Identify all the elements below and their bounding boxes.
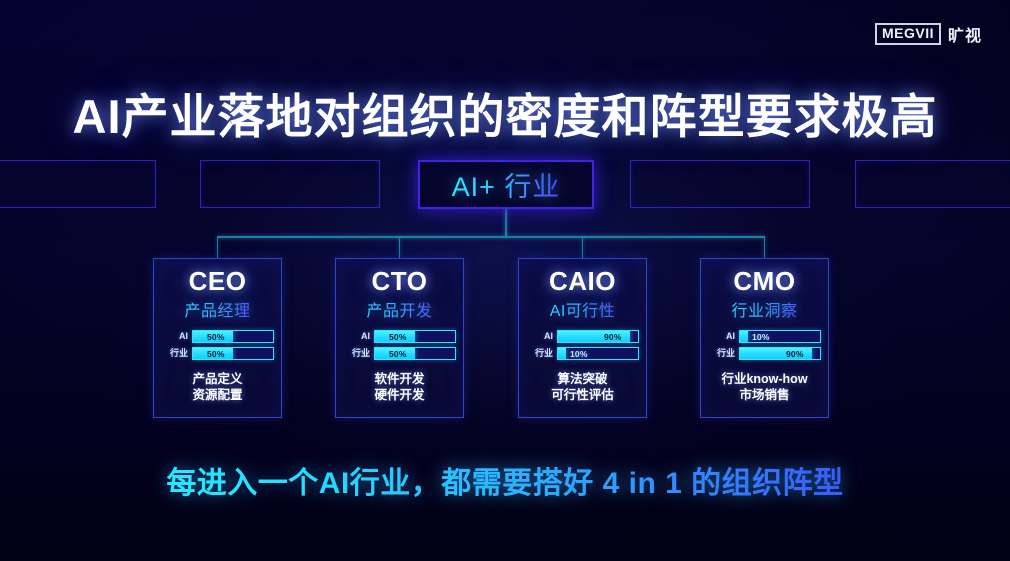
progress-bar-row: 行业 10%	[526, 346, 639, 360]
decorative-box-4	[855, 160, 1010, 208]
root-node-ai-industry: AI+ 行业	[418, 160, 594, 209]
brand-logo: MEGVII 旷视	[874, 22, 982, 46]
role-card-bar-group: AI 90% 行业 10%	[526, 329, 639, 360]
role-card-title: CMO	[733, 266, 796, 296]
connector-card-drop-4	[763, 236, 766, 258]
role-card-title: CAIO	[549, 266, 616, 296]
root-node-label: AI+ 行业	[452, 165, 561, 204]
decorative-box-3	[630, 160, 810, 208]
progress-bar-track: 10%	[739, 329, 821, 343]
role-card-subtitle: AI可行性	[550, 297, 616, 321]
connector-root-stem	[505, 209, 507, 237]
connector-card-drop-1	[216, 236, 219, 258]
connector-card-drop-2	[398, 236, 401, 258]
role-card-bar-group: AI 10% 行业 90%	[708, 329, 821, 360]
role-card-notes: 算法突破 可行性评估	[551, 371, 614, 405]
role-card-subtitle: 产品开发	[366, 297, 432, 321]
role-card-note-line: 资源配置	[192, 388, 243, 403]
connector-card-drop-3	[581, 236, 584, 258]
progress-bar-track: 50%	[374, 329, 456, 343]
role-card-note-line: 可行性评估	[551, 388, 614, 403]
progress-bar-value: 10%	[570, 348, 588, 359]
role-card-note-line: 行业know-how	[721, 371, 808, 386]
slide-caption: 每进入一个AI行业，都需要搭好 4 in 1 的组织阵型	[0, 458, 1010, 502]
role-card-notes: 产品定义 资源配置	[192, 371, 242, 405]
role-card-note-line: 硬件开发	[374, 388, 425, 403]
role-card-note-line: 算法突破	[557, 371, 608, 386]
role-card-cmo[interactable]: CMO 行业洞察 AI 10% 行业 90% 行业know-how 市场销售	[700, 258, 829, 418]
progress-bar-fill	[740, 330, 748, 342]
progress-bar-value: 50%	[389, 348, 407, 359]
role-card-caio[interactable]: CAIO AI可行性 AI 90% 行业 10% 算法突破可行性评估	[518, 258, 647, 418]
role-card-bar-group: AI 50% 行业 50%	[343, 329, 456, 360]
progress-bar-label: 行业	[534, 347, 553, 358]
logo-chinese-name: 旷视	[947, 28, 982, 45]
progress-bar-track: 10%	[557, 346, 639, 360]
progress-bar-row: 行业 50%	[161, 346, 274, 360]
progress-bar-label: AI	[544, 330, 553, 341]
progress-bar-track: 90%	[557, 329, 639, 343]
role-card-title: CTO	[371, 266, 428, 296]
progress-bar-track: 50%	[192, 346, 274, 360]
progress-bar-value: 50%	[207, 331, 225, 342]
progress-bar-track: 50%	[192, 329, 274, 343]
progress-bar-row: 行业 50%	[343, 346, 456, 360]
progress-bar-label: 行业	[351, 347, 370, 358]
progress-bar-row: AI 90%	[526, 329, 639, 343]
logo-wordmark: MEGVII	[874, 23, 941, 45]
progress-bar-row: AI 10%	[708, 329, 821, 343]
progress-bar-label: AI	[726, 330, 735, 341]
progress-bar-value: 50%	[389, 331, 407, 342]
slide-canvas: MEGVII 旷视 AI产业落地对组织的密度和阵型要求极高 AI+ 行业 CEO…	[0, 0, 1010, 561]
decorative-box-2	[200, 160, 380, 208]
progress-bar-label: 行业	[169, 347, 188, 358]
role-card-notes: 软件开发 硬件开发	[374, 371, 424, 405]
progress-bar-track: 90%	[739, 346, 821, 360]
progress-bar-row: AI 50%	[343, 329, 456, 343]
role-card-subtitle: 产品经理	[184, 297, 250, 321]
decorative-box-1	[0, 160, 156, 208]
progress-bar-label: AI	[361, 330, 370, 341]
progress-bar-fill	[558, 347, 566, 359]
progress-bar-label: AI	[179, 330, 188, 341]
progress-bar-value: 50%	[207, 348, 225, 359]
progress-bar-value: 10%	[752, 331, 770, 342]
role-card-cto[interactable]: CTO 产品开发 AI 50% 行业 50% 软件开发硬件开发	[335, 258, 464, 418]
role-card-note-line: 软件开发	[374, 371, 425, 386]
progress-bar-track: 50%	[374, 346, 456, 360]
role-card-note-line: 产品定义	[192, 371, 243, 386]
role-card-notes: 行业know-how 市场销售	[721, 371, 807, 405]
slide-title: AI产业落地对组织的密度和阵型要求极高	[72, 90, 938, 143]
role-card-bar-group: AI 50% 行业 50%	[161, 329, 274, 360]
progress-bar-row: 行业 90%	[708, 346, 821, 360]
role-card-subtitle: 行业洞察	[731, 297, 797, 321]
role-card-note-line: 市场销售	[739, 388, 790, 403]
progress-bar-value: 90%	[604, 331, 622, 342]
progress-bar-label: 行业	[716, 347, 735, 358]
progress-bar-row: AI 50%	[161, 329, 274, 343]
role-card-title: CEO	[188, 266, 247, 296]
progress-bar-value: 90%	[786, 348, 804, 359]
connector-horizontal-bus	[217, 236, 765, 238]
role-card-ceo[interactable]: CEO 产品经理 AI 50% 行业 50% 产品定义资源配置	[153, 258, 282, 418]
